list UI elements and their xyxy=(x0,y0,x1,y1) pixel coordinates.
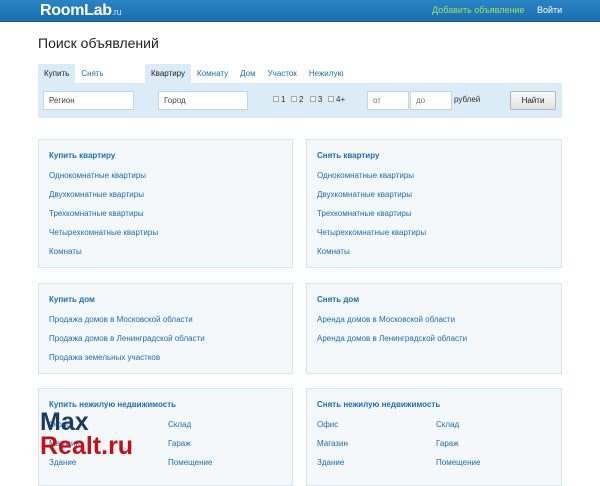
watermark-line2: Realt.ru xyxy=(40,432,134,460)
rent-flat-section: Снять квартиру Однокомнатные квартиры Дв… xyxy=(306,139,562,268)
rooms-2-checkbox[interactable] xyxy=(291,96,297,102)
watermark-line1: Max xyxy=(40,408,89,436)
section-title: Купить дом xyxy=(49,295,95,304)
price-to-input[interactable] xyxy=(410,91,452,110)
tab-commercial[interactable]: Нежилую xyxy=(303,64,350,83)
city-select[interactable]: Город xyxy=(158,91,248,110)
list-item[interactable]: Аренда домов в Московской области xyxy=(317,315,455,324)
region-select[interactable]: Регион xyxy=(43,91,134,110)
list-item[interactable]: Комнаты xyxy=(317,247,350,256)
list-item[interactable]: Двухкомнатные квартиры xyxy=(49,190,144,199)
list-item[interactable]: Комнаты xyxy=(49,247,82,256)
buy-house-section: Купить дом Продажа домов в Московской об… xyxy=(38,283,293,374)
list-item[interactable]: Продажа домов в Ленинградской области xyxy=(49,334,205,343)
add-listing-link[interactable]: Добавить объявление xyxy=(432,5,524,15)
section-title: Снять нежилую недвижимость xyxy=(317,400,441,409)
rooms-4plus-label: 4+ xyxy=(336,95,346,104)
list-item[interactable]: Офис xyxy=(317,420,338,429)
tab-plot[interactable]: Участок xyxy=(262,64,303,83)
price-from-input[interactable] xyxy=(367,91,409,110)
rooms-3-label: 3 xyxy=(318,95,323,104)
tab-house[interactable]: Дом xyxy=(234,64,261,83)
rent-house-section: Снять дом Аренда домов в Московской обла… xyxy=(306,283,562,374)
login-link[interactable]: Войти xyxy=(537,5,562,15)
list-item[interactable]: Четырехкомнатные квартиры xyxy=(317,228,426,237)
section-title: Снять дом xyxy=(317,295,360,304)
list-item[interactable]: Однокомнатные квартиры xyxy=(317,171,414,180)
top-navigation-bar: RoomLab.ru Добавить объявление Войти xyxy=(0,0,600,22)
rooms-3-checkbox[interactable] xyxy=(310,96,316,102)
list-item[interactable]: Однокомнатные квартиры xyxy=(49,171,146,180)
rent-commercial-section: Снять нежилую недвижимость Офис Склад Ма… xyxy=(306,388,562,486)
list-item[interactable]: Помещение xyxy=(436,458,480,467)
list-item[interactable]: Аренда домов в Ленинградской области xyxy=(317,334,467,343)
list-item[interactable]: Здание xyxy=(317,458,344,467)
logo-text: RoomLab xyxy=(40,2,112,19)
tab-buy[interactable]: Купить xyxy=(38,64,76,83)
list-item[interactable]: Гараж xyxy=(436,439,459,448)
list-item[interactable]: Продажа земельных участков xyxy=(49,353,160,362)
tab-room[interactable]: Комнату xyxy=(191,64,234,83)
buy-flat-section: Купить квартиру Однокомнатные квартиры Д… xyxy=(38,139,293,268)
page-title: Поиск объявлений xyxy=(38,35,159,51)
section-title: Снять квартиру xyxy=(317,151,380,160)
rooms-4plus-checkbox[interactable] xyxy=(328,96,334,102)
list-item[interactable]: Склад xyxy=(168,420,191,429)
list-item[interactable]: Четырехкомнатные квартиры xyxy=(49,228,158,237)
rooms-1-label: 1 xyxy=(281,95,286,104)
list-item[interactable]: Гараж xyxy=(168,439,191,448)
deal-tabs: Купить Снять xyxy=(38,64,110,83)
section-title: Купить квартиру xyxy=(49,151,116,160)
list-item[interactable]: Двухкомнатные квартиры xyxy=(317,190,412,199)
rooms-2-label: 2 xyxy=(299,95,304,104)
list-item[interactable]: Склад xyxy=(436,420,459,429)
list-item[interactable]: Продажа домов в Московской области xyxy=(49,315,193,324)
property-type-tabs: Квартиру Комнату Дом Участок Нежилую xyxy=(145,64,349,83)
site-logo[interactable]: RoomLab.ru xyxy=(40,2,122,20)
list-item[interactable]: Магазин xyxy=(317,439,348,448)
rooms-1-checkbox[interactable] xyxy=(273,96,279,102)
search-panel: Регион Город 1 2 3 4+ рублей Найти xyxy=(38,83,562,118)
list-item[interactable]: Трехкомнатные квартиры xyxy=(49,209,144,218)
find-button[interactable]: Найти xyxy=(510,91,556,110)
tab-rent[interactable]: Снять xyxy=(75,64,109,83)
list-item[interactable]: Помещение xyxy=(168,458,212,467)
tab-flat[interactable]: Квартиру xyxy=(145,64,192,83)
list-item[interactable]: Трехкомнатные квартиры xyxy=(317,209,412,218)
currency-label: рублей xyxy=(454,95,481,104)
watermark-logo: Max Realt.ru xyxy=(40,408,134,460)
logo-suffix: .ru xyxy=(111,7,122,17)
